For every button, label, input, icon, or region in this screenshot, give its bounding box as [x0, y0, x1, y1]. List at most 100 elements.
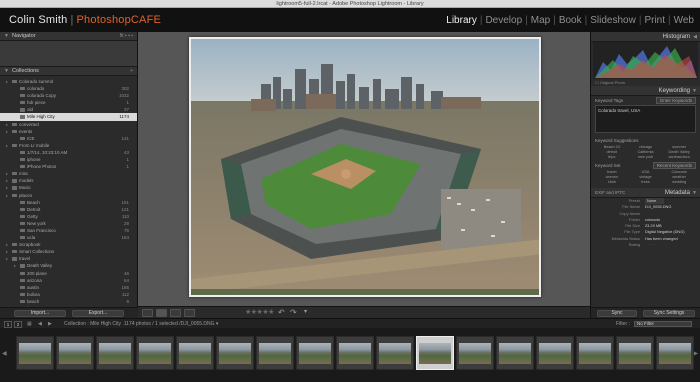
filmstrip-thumbnail[interactable] [336, 336, 374, 370]
rating-stars[interactable]: ★★★★★ [245, 308, 274, 316]
collection-item[interactable]: ▸ Music [0, 184, 137, 191]
keyword-suggestion[interactable]: trips [595, 155, 629, 159]
compare-view-button[interactable] [170, 309, 181, 317]
collection-item[interactable]: New york 29 [0, 220, 137, 227]
collection-item[interactable]: colorado 302 [0, 85, 137, 92]
keyword-set-item[interactable]: Utah [595, 180, 629, 184]
module-map[interactable]: Map [531, 15, 550, 26]
keywords-field[interactable]: Colorado travel, USA [595, 105, 696, 133]
filmstrip-thumbnail[interactable] [16, 336, 54, 370]
filmstrip-thumbnail[interactable] [96, 336, 134, 370]
keyword-suggestion[interactable]: Beach 24 [595, 145, 629, 149]
collection-item[interactable]: austin 165 [0, 284, 137, 291]
collection-item[interactable]: Mile High City 1174 [0, 113, 137, 121]
import-button[interactable]: Import... [14, 310, 66, 317]
collection-item[interactable]: colorado Copy 1032 [0, 92, 137, 99]
add-collection-icon[interactable]: + [130, 67, 133, 76]
disclosure-triangle-icon[interactable]: ▸ [6, 192, 8, 199]
filmstrip-thumbnail[interactable] [496, 336, 534, 370]
sync-settings-button[interactable]: Sync Settings [643, 310, 695, 317]
module-develop[interactable]: Develop [485, 15, 522, 26]
collection-item[interactable]: ▸ Death Valley [0, 262, 137, 269]
collection-item[interactable]: ▸ Smart Collections [0, 248, 137, 255]
keyword-set-item[interactable]: trees [629, 180, 663, 184]
survey-view-button[interactable] [184, 309, 195, 317]
collection-item[interactable]: 1/7/14, 10:23:10 AM 43 [0, 149, 137, 156]
filmstrip-thumbnail[interactable] [456, 336, 494, 370]
keyword-set-item[interactable]: wedding [662, 180, 696, 184]
collection-item[interactable]: ▸ Colorado summit [0, 78, 137, 85]
filmstrip-thumbnail[interactable] [536, 336, 574, 370]
filmstrip-thumbnail[interactable] [136, 336, 174, 370]
filmstrip-thumbnail[interactable] [56, 336, 94, 370]
keyword-suggestion[interactable]: Death Valley [662, 150, 696, 154]
collection-item[interactable]: ▸ converted [0, 121, 137, 128]
filmstrip-thumbnail[interactable] [376, 336, 414, 370]
filmstrip-thumbnail[interactable] [576, 336, 614, 370]
collection-item[interactable]: ▸ places [0, 192, 137, 199]
loupe-view-button[interactable] [156, 309, 167, 317]
collection-item[interactable]: Detroit 121 [0, 206, 137, 213]
sync-button[interactable]: Sync [597, 310, 637, 317]
metadata-header[interactable]: EXIF and IPTC Metadata ▼ [591, 188, 700, 198]
disclosure-triangle-icon[interactable]: ▸ [6, 142, 8, 149]
collection-item[interactable]: ▸ models [0, 177, 137, 184]
navigator-header[interactable]: ▼ Navigator fit ▪ ▪ ▪ [0, 32, 137, 41]
module-web[interactable]: Web [674, 15, 694, 26]
filmstrip-thumbnail[interactable] [216, 336, 254, 370]
filmstrip-thumbnail[interactable] [616, 336, 654, 370]
disclosure-triangle-icon[interactable]: ▸ [6, 128, 8, 135]
rotate-right-icon[interactable]: ↷ [290, 308, 297, 317]
histogram-header[interactable]: Histogram ◀ [591, 32, 700, 42]
rating-dots[interactable]: · · · · · [645, 242, 656, 248]
collections-header[interactable]: ▼ Collections + [0, 67, 137, 76]
module-slideshow[interactable]: Slideshow [590, 15, 636, 26]
collection-item[interactable]: ▸ misc [0, 170, 137, 177]
collection-item[interactable]: San Francisco 75 [0, 227, 137, 234]
module-book[interactable]: Book [559, 15, 582, 26]
collection-item[interactable]: ▸ From Lr mobile [0, 142, 137, 149]
export-button[interactable]: Export... [72, 310, 124, 317]
keyword-set-item[interactable]: vintage [629, 175, 663, 179]
collection-item[interactable]: ICE 121 [0, 135, 137, 142]
main-photo[interactable] [189, 37, 541, 297]
collection-item[interactable]: ▸ events [0, 128, 137, 135]
filmstrip-thumbnail[interactable] [256, 336, 294, 370]
screen-1-button[interactable]: 1 [4, 320, 12, 328]
keyword-set-item[interactable]: women [595, 175, 629, 179]
keyword-suggestion[interactable]: new york [629, 155, 663, 159]
keyword-suggestion[interactable]: detroit [595, 150, 629, 154]
collection-item[interactable]: Getty 110 [0, 213, 137, 220]
collection-item[interactable]: bolivia 112 [0, 291, 137, 298]
keyword-suggestion[interactable]: summer [662, 145, 696, 149]
filmstrip-left-arrow-icon[interactable]: ◀ [2, 350, 7, 357]
keyword-suggestion[interactable]: sanfrancisco [662, 155, 696, 159]
screen-2-button[interactable]: 2 [14, 320, 22, 328]
module-library[interactable]: Library [446, 15, 477, 26]
disclosure-triangle-icon[interactable]: ▸ [6, 78, 8, 85]
filmstrip-right-arrow-icon[interactable]: ▶ [693, 350, 698, 357]
filter-select[interactable]: No Filter [634, 321, 692, 327]
disclosure-triangle-icon[interactable]: ▸ [6, 170, 8, 177]
filmstrip-thumbnail[interactable] [176, 336, 214, 370]
filmstrip-thumbnail[interactable] [656, 336, 694, 370]
rotate-left-icon[interactable]: ↶ [278, 308, 285, 317]
collection-item[interactable]: beach 9 [0, 298, 137, 305]
disclosure-triangle-icon[interactable]: ▸ [6, 121, 8, 128]
collection-item[interactable]: old 37 [0, 106, 137, 113]
collection-item[interactable]: Beach 151 [0, 199, 137, 206]
collection-item[interactable]: ▸ Scrapbook [0, 241, 137, 248]
collection-item[interactable]: ▸ travel [0, 255, 137, 262]
keyword-set-item[interactable]: weather [662, 175, 696, 179]
navigator-preview[interactable] [0, 41, 137, 67]
keyword-set-item[interactable]: travel [595, 170, 629, 174]
keyword-tags-select[interactable]: Enter Keywords [656, 97, 696, 104]
collection-item[interactable]: 200 plane 46 [0, 270, 137, 277]
disclosure-triangle-icon[interactable]: ▸ [6, 177, 8, 184]
zoom-options-icon[interactable]: fit ▪ ▪ ▪ [120, 32, 133, 41]
keyword-set-item[interactable]: Colorado [662, 170, 696, 174]
toolbar-menu-icon[interactable]: ▾ [304, 308, 307, 315]
disclosure-triangle-icon[interactable]: ▸ [6, 255, 8, 262]
keyword-set-select[interactable]: Recent Keywords [652, 162, 696, 169]
metadata-preset-select[interactable]: EXIF and IPTC [595, 188, 625, 198]
